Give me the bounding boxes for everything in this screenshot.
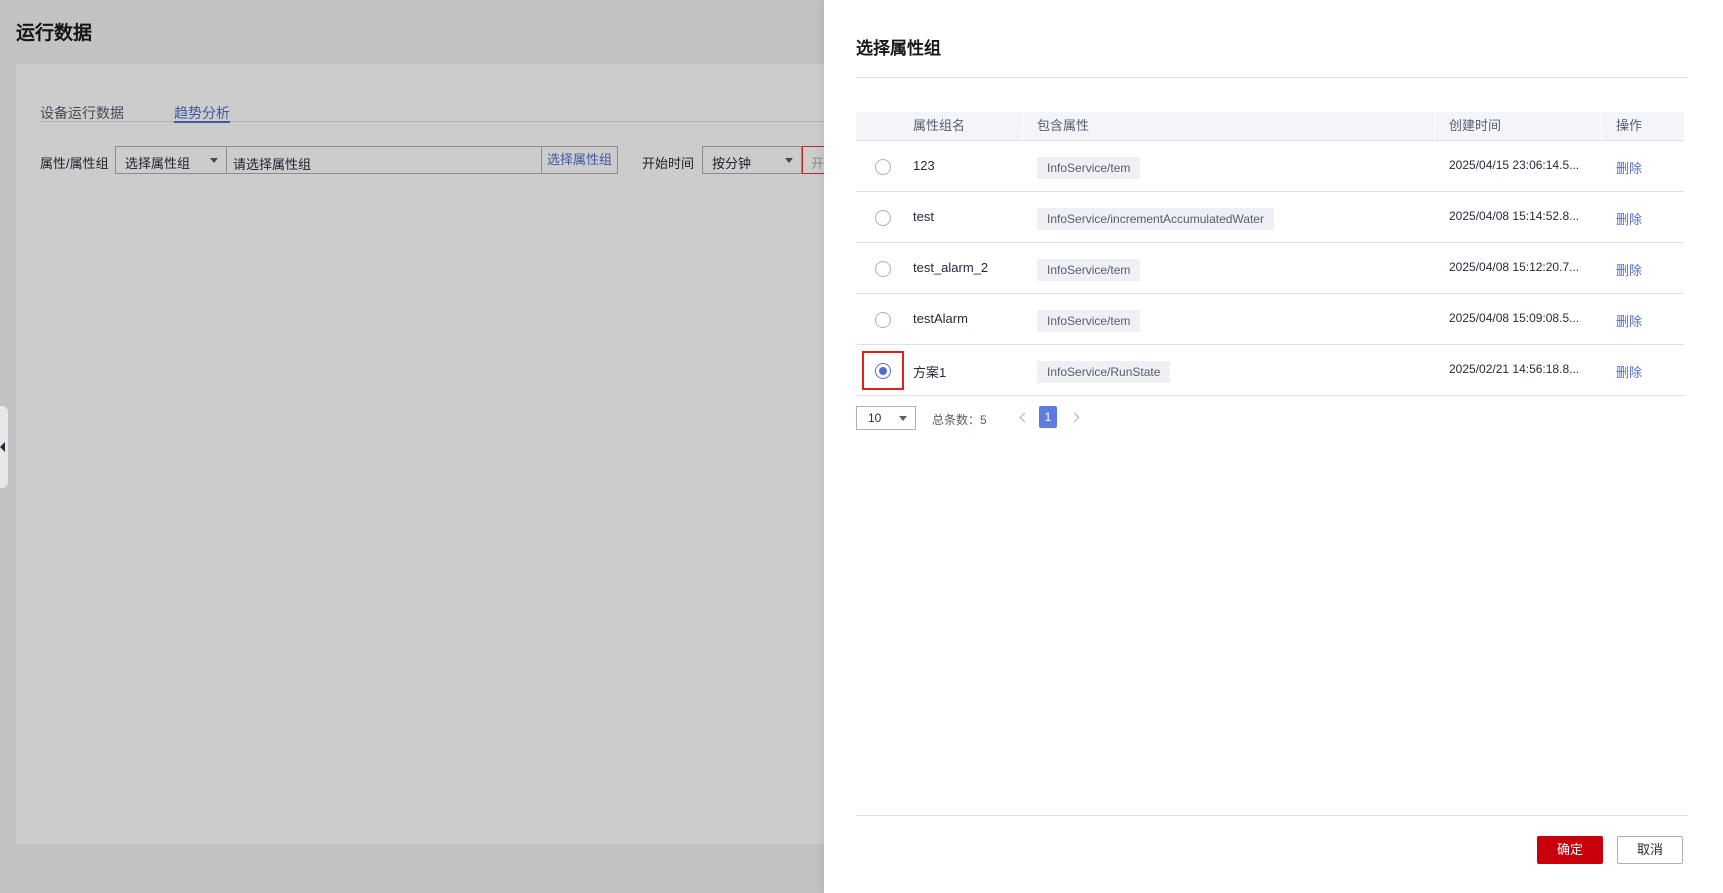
row-radio[interactable] xyxy=(875,312,891,328)
pagination: 10 总条数：5 1 xyxy=(856,406,1256,430)
attribute-tag: InfoService/tem xyxy=(1037,157,1141,179)
column-separator xyxy=(1022,112,1023,141)
group-table: 属性组名 包含属性 创建时间 操作 123 InfoService/tem 20… xyxy=(856,112,1684,396)
divider xyxy=(856,815,1688,816)
group-name: test xyxy=(913,209,934,224)
delete-link[interactable]: 删除 xyxy=(1616,311,1642,330)
column-header-attrs: 包含属性 xyxy=(1037,118,1090,133)
chevron-left-icon xyxy=(0,442,5,452)
row-radio-checked[interactable] xyxy=(875,363,891,379)
row-radio[interactable] xyxy=(875,210,891,226)
chevron-down-icon xyxy=(899,416,907,421)
table-row[interactable]: test InfoService/incrementAccumulatedWat… xyxy=(856,192,1684,243)
page-size-select[interactable]: 10 xyxy=(856,406,916,430)
group-name: testAlarm xyxy=(913,311,968,326)
delete-link[interactable]: 删除 xyxy=(1616,260,1642,279)
chevron-left-icon[interactable] xyxy=(1019,412,1030,423)
divider xyxy=(856,77,1688,78)
confirm-button[interactable]: 确定 xyxy=(1537,836,1603,864)
attribute-tag: InfoService/tem xyxy=(1037,259,1141,281)
attribute-tag: InfoService/incrementAccumulatedWater xyxy=(1037,208,1274,230)
page-number-current[interactable]: 1 xyxy=(1039,406,1057,428)
column-separator xyxy=(1601,112,1602,141)
column-separator xyxy=(1434,112,1435,141)
attribute-tag: InfoService/tem xyxy=(1037,310,1141,332)
table-header: 属性组名 包含属性 创建时间 操作 xyxy=(856,112,1684,141)
delete-link[interactable]: 删除 xyxy=(1616,362,1642,381)
created-time: 2025/04/08 15:14:52.8... xyxy=(1449,209,1580,223)
created-time: 2025/04/08 15:12:20.7... xyxy=(1449,260,1580,274)
page-size-value: 10 xyxy=(868,411,882,425)
created-time: 2025/02/21 14:56:18.8... xyxy=(1449,362,1580,376)
row-radio[interactable] xyxy=(875,159,891,175)
table-row[interactable]: test_alarm_2 InfoService/tem 2025/04/08 … xyxy=(856,243,1684,294)
sidebar-collapse-handle[interactable] xyxy=(0,406,8,488)
total-count: 总条数：5 xyxy=(932,413,987,427)
group-name: 123 xyxy=(913,158,935,173)
attribute-tag: InfoService/RunState xyxy=(1037,361,1171,383)
created-time: 2025/04/15 23:06:14.5... xyxy=(1449,158,1580,172)
created-time: 2025/04/08 15:09:08.5... xyxy=(1449,311,1580,325)
table-row-selected[interactable]: 方案1 InfoService/RunState 2025/02/21 14:5… xyxy=(856,345,1684,396)
column-header-created: 创建时间 xyxy=(1449,118,1502,133)
chevron-right-icon[interactable] xyxy=(1069,412,1080,423)
column-header-action: 操作 xyxy=(1616,118,1643,133)
delete-link[interactable]: 删除 xyxy=(1616,158,1642,177)
table-row[interactable]: 123 InfoService/tem 2025/04/15 23:06:14.… xyxy=(856,141,1684,192)
drawer-title: 选择属性组 xyxy=(856,39,941,58)
group-name: test_alarm_2 xyxy=(913,260,989,275)
cancel-button[interactable]: 取消 xyxy=(1617,836,1683,864)
table-row[interactable]: testAlarm InfoService/tem 2025/04/08 15:… xyxy=(856,294,1684,345)
delete-link[interactable]: 删除 xyxy=(1616,209,1642,228)
column-header-name: 属性组名 xyxy=(913,118,966,133)
group-name: 方案1 xyxy=(913,365,947,380)
select-group-drawer: 选择属性组 属性组名 包含属性 创建时间 操作 123 InfoService/… xyxy=(824,0,1723,893)
row-radio[interactable] xyxy=(875,261,891,277)
